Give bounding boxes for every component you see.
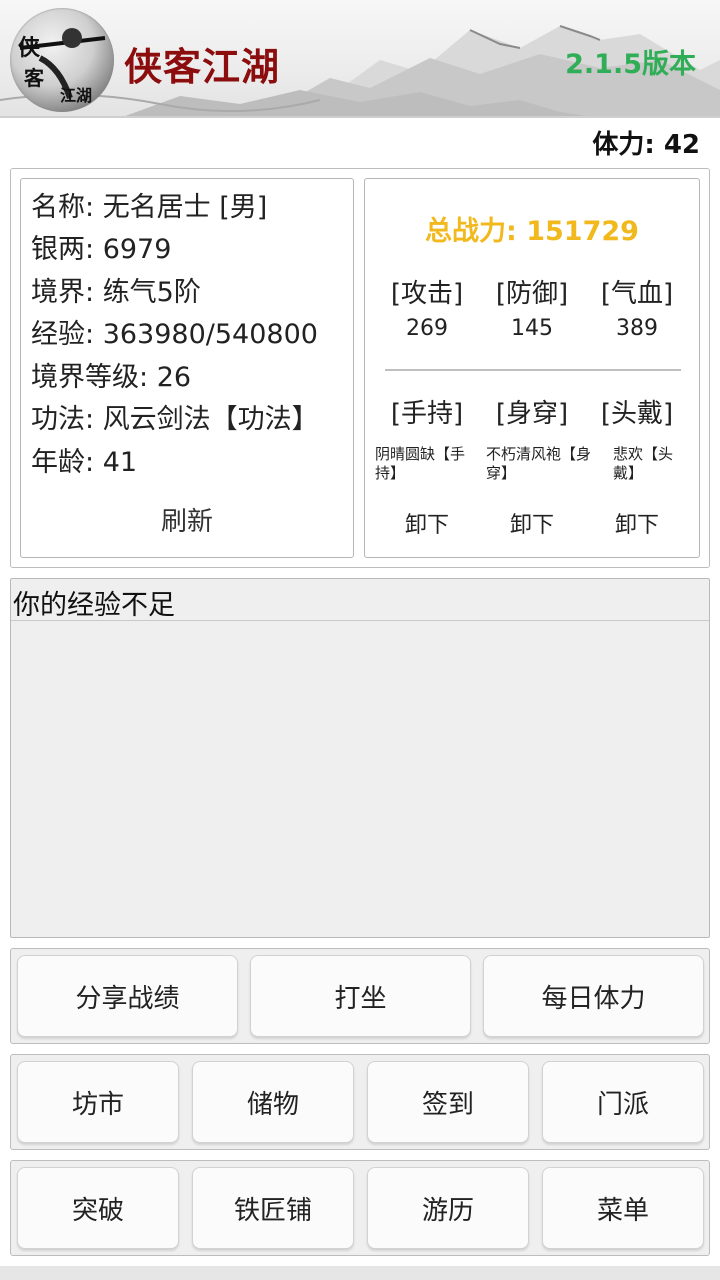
info-label: 境界等级 (31, 362, 139, 393)
info-row-experience: 经验: 363980/540800 (31, 319, 318, 350)
check-in-button[interactable]: 签到 (367, 1061, 529, 1143)
meditate-button[interactable]: 打坐 (250, 955, 471, 1037)
stat-label: [防御] (495, 279, 569, 309)
daily-stamina-button[interactable]: 每日体力 (483, 955, 704, 1037)
equip-head-item[interactable]: 悲欢【头戴】 (613, 445, 683, 483)
info-value: 26 (156, 362, 192, 393)
stat-label: [攻击] (390, 279, 464, 309)
info-value: 风云剑法【功法】 (102, 404, 319, 435)
unequip-body-button[interactable]: 卸下 (482, 507, 582, 539)
equip-body-item[interactable]: 不朽清风袍【身穿】 (486, 445, 598, 483)
info-label: 经验 (31, 319, 85, 350)
info-row-age: 年龄: 41 (31, 447, 138, 478)
travel-button[interactable]: 游历 (367, 1167, 529, 1249)
info-row-name: 名称: 无名居士 [男] (31, 192, 268, 223)
total-power: 总战力: 151729 (425, 216, 639, 247)
info-label: 银两 (31, 234, 85, 265)
logo-char-jianghu: 江湖 (60, 86, 93, 105)
version-label: 2.1.5版本 (565, 49, 696, 80)
info-row-silver: 银两: 6979 (31, 234, 172, 265)
slot-head-label: [头戴] (600, 399, 674, 429)
info-row-technique: 功法: 风云剑法【功法】 (31, 404, 319, 435)
info-row-realm-level: 境界等级: 26 (31, 362, 192, 393)
app-title: 侠客江湖 (124, 44, 281, 89)
total-power-label: 总战力 (425, 216, 507, 247)
stamina-label: 体力 (592, 130, 645, 160)
character-info-card: 名称: 无名居士 [男] 银两: 6979 境界: 练气5阶 经验: 36398… (20, 178, 354, 558)
action-row-1: 分享战绩 打坐 每日体力 (10, 948, 710, 1044)
unequip-head-button[interactable]: 卸下 (587, 507, 687, 539)
total-power-value: 151729 (526, 216, 639, 247)
refresh-button[interactable]: 刷新 (21, 501, 353, 538)
blacksmith-button[interactable]: 铁匠铺 (192, 1167, 354, 1249)
info-label: 年龄 (31, 447, 85, 478)
combat-card: 总战力: 151729 [攻击] 269 [防御] 145 [气血] 389 [… (364, 178, 700, 558)
stat-value: 145 (511, 316, 553, 341)
market-button[interactable]: 坊市 (17, 1061, 179, 1143)
log-message: 你的经验不足 (11, 579, 709, 621)
storage-button[interactable]: 储物 (192, 1061, 354, 1143)
stat-value: 269 (406, 316, 448, 341)
sect-button[interactable]: 门派 (542, 1061, 704, 1143)
unequip-hand-button[interactable]: 卸下 (377, 507, 477, 539)
slot-hand-label: [手持] (390, 399, 464, 429)
info-value: 无名居士 [男] (102, 192, 268, 223)
info-value: 41 (102, 447, 138, 478)
logo-char-xia: 侠 (18, 35, 41, 61)
stat-defense: [防御] 145 (482, 273, 582, 341)
stamina-display: 体力: 42 (592, 130, 700, 160)
stat-value: 389 (616, 316, 658, 341)
action-row-2: 坊市 储物 签到 门派 (10, 1054, 710, 1150)
equip-hand-item[interactable]: 阴晴圆缺【手持】 (375, 445, 475, 483)
message-log[interactable]: 你的经验不足 (10, 578, 710, 938)
menu-button[interactable]: 菜单 (542, 1167, 704, 1249)
stat-label: [气血] (600, 279, 674, 309)
stamina-value: 42 (663, 130, 700, 160)
app-header: 侠 客 江湖 侠客江湖 2.1.5版本 (0, 0, 720, 118)
bottom-strip (0, 1266, 720, 1280)
breakthrough-button[interactable]: 突破 (17, 1167, 179, 1249)
slot-body-label: [身穿] (495, 399, 569, 429)
stats-divider (385, 369, 681, 371)
info-label: 境界 (31, 277, 85, 308)
app-logo: 侠 客 江湖 (10, 8, 114, 112)
info-value: 363980/540800 (102, 319, 318, 350)
info-label: 名称 (31, 192, 85, 223)
stat-hp: [气血] 389 (587, 273, 687, 341)
info-value: 练气5阶 (102, 277, 201, 308)
info-label: 功法 (31, 404, 85, 435)
stat-attack: [攻击] 269 (377, 273, 477, 341)
action-row-3: 突破 铁匠铺 游历 菜单 (10, 1160, 710, 1256)
info-row-realm: 境界: 练气5阶 (31, 277, 201, 308)
share-record-button[interactable]: 分享战绩 (17, 955, 238, 1037)
logo-char-ke: 客 (24, 66, 44, 90)
info-value: 6979 (102, 234, 172, 265)
